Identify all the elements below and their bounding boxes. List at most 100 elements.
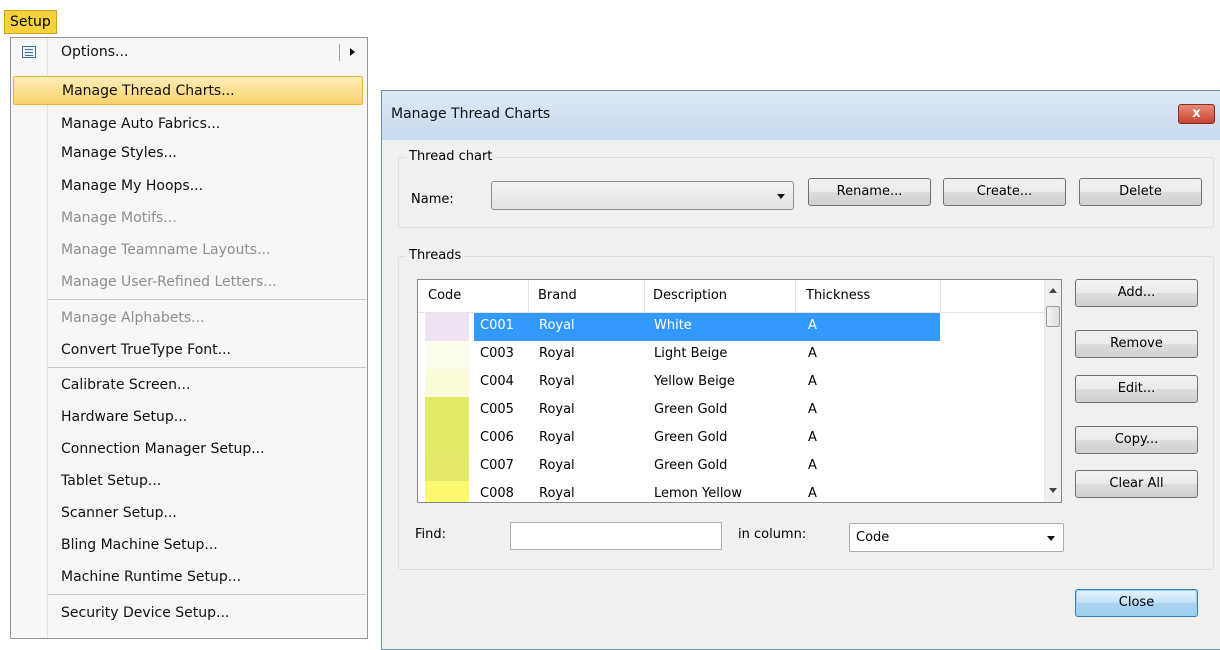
- thread-chart-legend: Thread chart: [406, 149, 496, 164]
- menu-item-connection-manager-setup[interactable]: Connection Manager Setup...: [11, 435, 367, 464]
- table-row[interactable]: C003 Royal Light Beige A: [418, 341, 1044, 369]
- thread-brand: Royal: [539, 318, 575, 333]
- thread-thickness: A: [808, 458, 817, 473]
- thread-description: Lemon Yellow: [654, 486, 743, 501]
- thread-thickness: A: [808, 346, 817, 361]
- menu-item-manage-thread-charts[interactable]: Manage Thread Charts...: [13, 76, 363, 105]
- menu-item-manage-auto-fabrics[interactable]: Manage Auto Fabrics...: [11, 110, 367, 139]
- edit-thread-button[interactable]: Edit...: [1075, 375, 1198, 403]
- menu-item-hardware-setup[interactable]: Hardware Setup...: [11, 403, 367, 432]
- table-row[interactable]: C005 Royal Green Gold A: [418, 397, 1044, 425]
- thread-color-swatch: [425, 369, 469, 397]
- thread-chart-name-select[interactable]: [491, 181, 794, 210]
- rename-button[interactable]: Rename...: [808, 178, 931, 206]
- find-label: Find:: [415, 527, 447, 542]
- thread-code: C007: [480, 458, 514, 473]
- in-column-label: in column:: [738, 527, 807, 542]
- thread-description: White: [654, 318, 692, 333]
- table-row[interactable]: C001 Royal White A: [418, 313, 1044, 341]
- threads-legend: Threads: [406, 248, 465, 263]
- manage-thread-charts-dialog: Manage Thread Charts x Thread chart Name…: [381, 90, 1220, 650]
- thread-color-swatch: [425, 481, 469, 502]
- find-column-value: Code: [856, 530, 890, 545]
- dialog-titlebar[interactable]: Manage Thread Charts x: [382, 91, 1220, 140]
- menu-item-manage-alphabets: Manage Alphabets...: [11, 304, 367, 333]
- clear-all-button[interactable]: Clear All: [1075, 470, 1198, 498]
- thread-brand: Royal: [539, 402, 575, 417]
- column-divider: [940, 280, 941, 312]
- setup-menu-title[interactable]: Setup: [4, 10, 57, 34]
- find-input[interactable]: [510, 522, 722, 550]
- find-column-select[interactable]: Code: [849, 523, 1064, 552]
- thread-description: Green Gold: [654, 458, 728, 473]
- menu-item-options[interactable]: Options...: [11, 38, 367, 67]
- menu-item-manage-motifs: Manage Motifs...: [11, 204, 367, 233]
- thread-brand: Royal: [539, 458, 575, 473]
- menu-item-label: Manage Thread Charts...: [62, 83, 235, 99]
- menu-item-convert-truetype-font[interactable]: Convert TrueType Font...: [11, 336, 367, 365]
- menu-item-label: Scanner Setup...: [61, 505, 177, 521]
- column-header-thickness[interactable]: Thickness: [806, 288, 870, 303]
- column-header-description[interactable]: Description: [653, 288, 727, 303]
- menu-item-manage-teamname-layouts: Manage Teamname Layouts...: [11, 236, 367, 265]
- threads-list-body: C001 Royal White A C003 Royal Light Beig…: [418, 313, 1044, 502]
- menu-item-manage-styles[interactable]: Manage Styles...: [11, 139, 367, 168]
- thread-color-swatch: [425, 425, 469, 453]
- menu-item-label: Convert TrueType Font...: [61, 342, 231, 358]
- menu-item-label: Calibrate Screen...: [61, 377, 191, 393]
- threads-list-scrollbar[interactable]: [1044, 280, 1061, 502]
- column-divider: [795, 280, 796, 312]
- scrollbar-thumb[interactable]: [1046, 306, 1060, 327]
- thread-description: Green Gold: [654, 430, 728, 445]
- menu-item-scanner-setup[interactable]: Scanner Setup...: [11, 499, 367, 528]
- remove-thread-button[interactable]: Remove: [1075, 330, 1198, 358]
- menu-item-calibrate-screen[interactable]: Calibrate Screen...: [11, 371, 367, 400]
- threads-list-header: Code Brand Description Thickness: [418, 280, 1044, 313]
- table-row[interactable]: C004 Royal Yellow Beige A: [418, 369, 1044, 397]
- menu-item-label: Manage Styles...: [61, 145, 177, 161]
- close-icon[interactable]: x: [1178, 104, 1215, 124]
- menu-item-tablet-setup[interactable]: Tablet Setup...: [11, 467, 367, 496]
- name-label: Name:: [411, 192, 454, 207]
- thread-brand: Royal: [539, 374, 575, 389]
- menu-item-bling-machine-setup[interactable]: Bling Machine Setup...: [11, 531, 367, 560]
- delete-button[interactable]: Delete: [1079, 178, 1202, 206]
- setup-dropdown-menu: Options... Manage Thread Charts... Manag…: [10, 37, 368, 639]
- dialog-client-area: Thread chart Name: Rename... Create... D…: [382, 140, 1220, 649]
- chevron-down-icon: [1047, 536, 1055, 541]
- thread-description: Yellow Beige: [654, 374, 735, 389]
- thread-code: C006: [480, 430, 514, 445]
- thread-code: C008: [480, 486, 514, 501]
- menu-item-label: Manage Teamname Layouts...: [61, 242, 271, 258]
- menu-item-label: Manage Motifs...: [61, 210, 177, 226]
- menu-item-security-device-setup[interactable]: Security Device Setup...: [11, 599, 367, 628]
- add-thread-button[interactable]: Add...: [1075, 279, 1198, 307]
- scroll-down-arrow-icon[interactable]: [1049, 488, 1057, 493]
- thread-thickness: A: [808, 430, 817, 445]
- thread-thickness: A: [808, 486, 817, 501]
- thread-brand: Royal: [539, 486, 575, 501]
- table-row[interactable]: C008 Royal Lemon Yellow A: [418, 481, 1044, 502]
- menu-separator: [48, 367, 366, 368]
- thread-code: C001: [480, 318, 514, 333]
- menu-item-manage-user-refined-letters: Manage User-Refined Letters...: [11, 268, 367, 297]
- scroll-up-arrow-icon[interactable]: [1049, 288, 1057, 293]
- threads-list[interactable]: Code Brand Description Thickness C001 Ro…: [417, 279, 1062, 503]
- table-row[interactable]: C006 Royal Green Gold A: [418, 425, 1044, 453]
- menu-item-manage-my-hoops[interactable]: Manage My Hoops...: [11, 172, 367, 201]
- table-row[interactable]: C007 Royal Green Gold A: [418, 453, 1044, 481]
- menu-item-machine-runtime-setup[interactable]: Machine Runtime Setup...: [11, 563, 367, 592]
- thread-color-swatch: [425, 313, 469, 341]
- menu-separator: [48, 594, 366, 595]
- close-button[interactable]: Close: [1075, 589, 1198, 617]
- menu-item-label: Machine Runtime Setup...: [61, 569, 242, 585]
- column-header-code[interactable]: Code: [428, 288, 461, 303]
- create-button[interactable]: Create...: [943, 178, 1066, 206]
- menu-item-label: Manage User-Refined Letters...: [61, 274, 277, 290]
- thread-color-swatch: [425, 341, 469, 369]
- thread-description: Light Beige: [654, 346, 728, 361]
- copy-thread-button[interactable]: Copy...: [1075, 426, 1198, 454]
- thread-code: C003: [480, 346, 514, 361]
- thread-thickness: A: [808, 374, 817, 389]
- column-header-brand[interactable]: Brand: [538, 288, 577, 303]
